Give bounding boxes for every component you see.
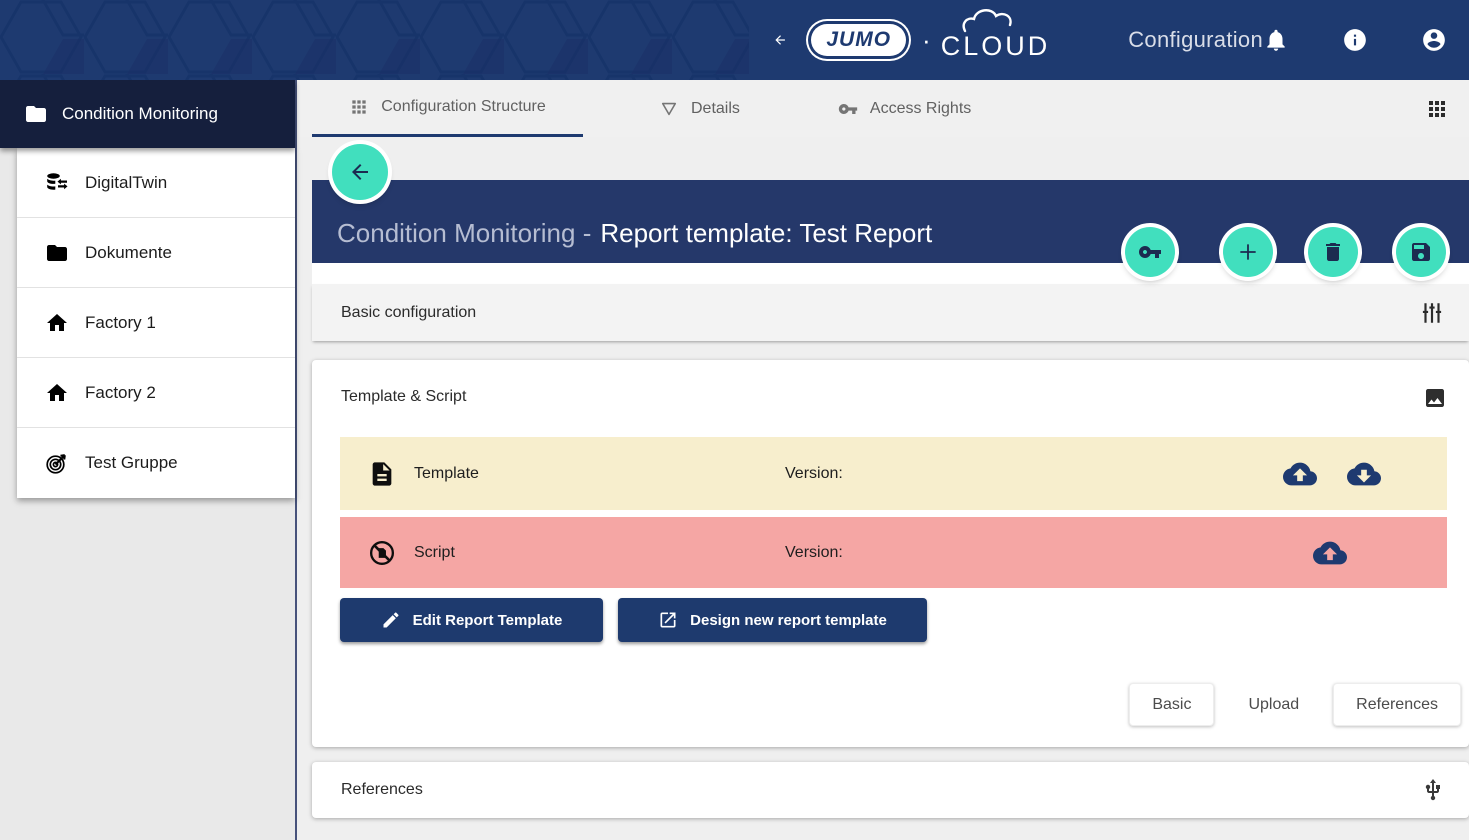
image-icon[interactable] (1423, 386, 1447, 410)
script-row: Script Version: (340, 517, 1447, 588)
template-row: Template Version: (340, 437, 1447, 510)
panel-footer-actions: Basic Upload References (1129, 683, 1461, 726)
usb-icon (1421, 778, 1445, 802)
panel-label: Basic configuration (341, 304, 476, 322)
top-app-bar: JUMO · CLOUD Configuration (0, 0, 1469, 80)
sidebar-item-label: Condition Monitoring (62, 104, 218, 124)
basic-button[interactable]: Basic (1129, 683, 1214, 726)
sidebar-item-factory-2[interactable]: Factory 2 (17, 358, 295, 428)
banner-breadcrumb: Condition Monitoring - (337, 218, 591, 249)
design-new-report-template-button[interactable]: Design new report template (618, 598, 927, 642)
script-version-label: Version: (785, 544, 843, 562)
references-panel-header[interactable]: References (312, 762, 1469, 818)
logo-separator-dot: · (922, 25, 931, 56)
access-rights-button[interactable] (1125, 227, 1175, 277)
tab-bar: Configuration Structure Details Access R… (297, 80, 1469, 137)
edit-report-template-button[interactable]: Edit Report Template (340, 598, 603, 642)
navigation-sidebar: Condition Monitoring DigitalTwin Dokumen… (0, 80, 297, 840)
back-button[interactable] (332, 144, 388, 200)
template-row-label: Template (414, 465, 479, 483)
template-version-label: Version: (785, 465, 843, 483)
button-label: Edit Report Template (413, 612, 563, 629)
panel-spacer (312, 263, 1469, 284)
apps-grid-icon (349, 97, 369, 117)
add-button[interactable] (1223, 227, 1273, 277)
sidebar-item-digitaltwin[interactable]: DigitalTwin (17, 148, 295, 218)
target-icon (45, 451, 69, 475)
cloud-upload-icon[interactable] (1313, 536, 1347, 570)
sidebar-item-label: DigitalTwin (85, 173, 167, 193)
account-circle-icon[interactable] (1421, 27, 1447, 53)
button-label: Design new report template (690, 612, 887, 629)
app-window: JUMO · CLOUD Configuration Condition Mon… (0, 0, 1469, 840)
home-icon (45, 311, 69, 335)
tab-configuration-structure[interactable]: Configuration Structure (312, 80, 583, 137)
tab-access-rights[interactable]: Access Rights (824, 80, 985, 137)
sidebar-item-condition-monitoring[interactable]: Condition Monitoring (0, 80, 295, 148)
main-content: Configuration Structure Details Access R… (297, 80, 1469, 840)
panel-label: References (341, 781, 423, 799)
cloud-wordmark: CLOUD (941, 19, 1051, 62)
info-icon[interactable] (1342, 27, 1368, 53)
tab-label: Access Rights (870, 100, 971, 118)
panel-label: Template & Script (341, 388, 466, 406)
cloud-upload-icon[interactable] (1283, 457, 1317, 491)
open-in-new-icon (658, 610, 678, 630)
home-icon (45, 381, 69, 405)
plus-icon (1236, 240, 1260, 264)
back-arrow-icon[interactable] (773, 26, 787, 54)
sidebar-item-factory-1[interactable]: Factory 1 (17, 288, 295, 358)
apps-grid-icon[interactable] (1425, 97, 1449, 121)
notifications-bell-icon[interactable] (1263, 27, 1289, 53)
document-icon (368, 460, 396, 488)
template-script-panel: Template & Script Template Version: Scri… (312, 360, 1469, 747)
key-icon (1138, 240, 1162, 264)
filter-icon (659, 99, 679, 119)
cloud-wordmark-text: CLOUD (941, 31, 1051, 61)
references-button[interactable]: References (1333, 683, 1461, 726)
folder-icon (24, 102, 48, 126)
tab-label: Configuration Structure (381, 98, 546, 116)
tune-sliders-icon (1419, 300, 1445, 326)
sidebar-item-dokumente[interactable]: Dokumente (17, 218, 295, 288)
script-row-label: Script (414, 544, 455, 562)
basic-configuration-panel-header[interactable]: Basic configuration (312, 284, 1469, 341)
delete-button[interactable] (1308, 227, 1358, 277)
page-title: Configuration (1128, 27, 1263, 53)
trash-icon (1321, 240, 1345, 264)
sidebar-item-label: Factory 2 (85, 383, 156, 403)
jumo-logo-pill: JUMO (811, 24, 906, 56)
banner-title: Report template: Test Report (600, 218, 932, 249)
sidebar-item-label: Dokumente (85, 243, 172, 263)
sidebar-item-test-gruppe[interactable]: Test Gruppe (17, 428, 295, 498)
upload-button[interactable]: Upload (1230, 683, 1317, 726)
cloud-download-icon[interactable] (1347, 457, 1381, 491)
detail-header-banner: Condition Monitoring - Report template: … (312, 180, 1469, 263)
hexagon-pattern-background (0, 0, 749, 80)
jumo-cloud-logo: JUMO · CLOUD (811, 19, 1050, 62)
tab-details[interactable]: Details (645, 80, 754, 137)
no-script-icon (368, 539, 396, 567)
sidebar-item-label: Factory 1 (85, 313, 156, 333)
digital-twin-icon (45, 171, 69, 195)
sidebar-children-card: DigitalTwin Dokumente Factory 1 Factory … (17, 148, 295, 498)
save-button[interactable] (1396, 227, 1446, 277)
tab-label: Details (691, 100, 740, 118)
sidebar-item-label: Test Gruppe (85, 453, 178, 473)
cloud-outline-icon (959, 7, 1055, 33)
arrow-left-icon (348, 160, 372, 184)
pencil-edit-icon (381, 610, 401, 630)
save-icon (1409, 240, 1433, 264)
key-icon (838, 99, 858, 119)
folder-icon (45, 241, 69, 265)
